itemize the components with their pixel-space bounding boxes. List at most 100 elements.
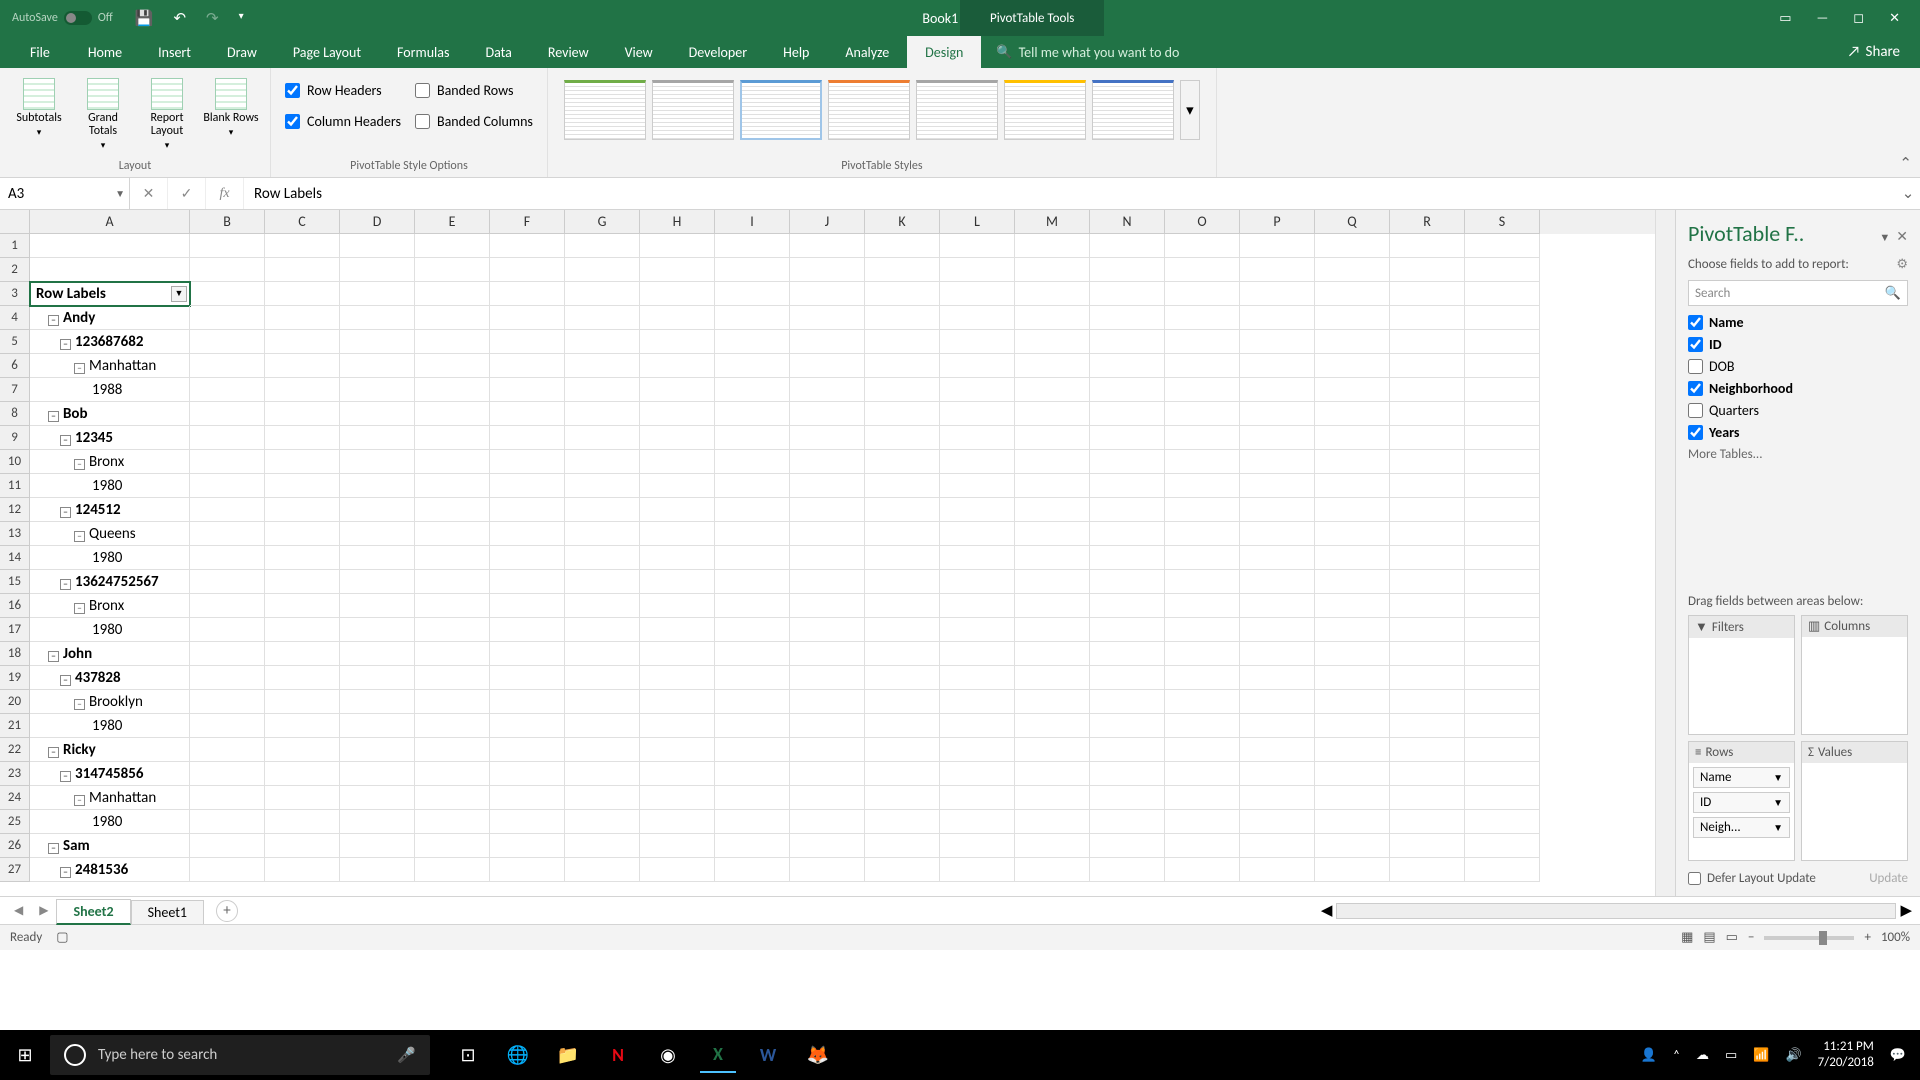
cell-S9[interactable] — [1465, 426, 1540, 450]
cell-K6[interactable] — [865, 354, 940, 378]
cell-A21[interactable]: 1980 — [30, 714, 190, 738]
cell-M19[interactable] — [1015, 666, 1090, 690]
cell-G16[interactable] — [565, 594, 640, 618]
cell-C10[interactable] — [265, 450, 340, 474]
cell-P7[interactable] — [1240, 378, 1315, 402]
cell-B2[interactable] — [190, 258, 265, 282]
cell-N15[interactable] — [1090, 570, 1165, 594]
cell-B8[interactable] — [190, 402, 265, 426]
cell-I8[interactable] — [715, 402, 790, 426]
cell-R4[interactable] — [1390, 306, 1465, 330]
cell-S2[interactable] — [1465, 258, 1540, 282]
tab-data[interactable]: Data — [467, 36, 529, 68]
cell-C3[interactable] — [265, 282, 340, 306]
cell-E14[interactable] — [415, 546, 490, 570]
firefox-icon[interactable]: 🦊 — [800, 1037, 836, 1073]
name-box[interactable]: A3▼ — [0, 178, 130, 209]
cell-D14[interactable] — [340, 546, 415, 570]
cell-M26[interactable] — [1015, 834, 1090, 858]
cell-I6[interactable] — [715, 354, 790, 378]
cell-O11[interactable] — [1165, 474, 1240, 498]
grand-totals-button[interactable]: Grand Totals▾ — [74, 74, 132, 151]
sheet-nav-next-icon[interactable]: ▶ — [31, 903, 56, 918]
cell-Q11[interactable] — [1315, 474, 1390, 498]
fx-icon[interactable]: fx — [206, 178, 244, 209]
save-icon[interactable]: 💾 — [135, 9, 154, 28]
cell-E3[interactable] — [415, 282, 490, 306]
collapse-icon[interactable]: − — [48, 747, 59, 758]
cell-I19[interactable] — [715, 666, 790, 690]
zoom-value[interactable]: 100% — [1881, 930, 1910, 945]
cell-J1[interactable] — [790, 234, 865, 258]
cell-S11[interactable] — [1465, 474, 1540, 498]
row-header[interactable]: 7 — [0, 378, 30, 402]
cell-C21[interactable] — [265, 714, 340, 738]
row-header[interactable]: 8 — [0, 402, 30, 426]
cell-O5[interactable] — [1165, 330, 1240, 354]
field-neighborhood[interactable]: Neighborhood — [1688, 380, 1908, 397]
col-header-D[interactable]: D — [340, 210, 415, 234]
cell-G23[interactable] — [565, 762, 640, 786]
cell-O23[interactable] — [1165, 762, 1240, 786]
cell-N4[interactable] — [1090, 306, 1165, 330]
cell-M2[interactable] — [1015, 258, 1090, 282]
qat-customize-icon[interactable]: ▾ — [239, 9, 244, 28]
cell-F7[interactable] — [490, 378, 565, 402]
cell-R20[interactable] — [1390, 690, 1465, 714]
cell-N26[interactable] — [1090, 834, 1165, 858]
cell-M3[interactable] — [1015, 282, 1090, 306]
cell-S6[interactable] — [1465, 354, 1540, 378]
cell-C9[interactable] — [265, 426, 340, 450]
cell-O10[interactable] — [1165, 450, 1240, 474]
macro-record-icon[interactable]: ▢ — [56, 930, 68, 945]
collapse-icon[interactable]: − — [48, 843, 59, 854]
cell-Q14[interactable] — [1315, 546, 1390, 570]
cell-C2[interactable] — [265, 258, 340, 282]
cell-Q17[interactable] — [1315, 618, 1390, 642]
column-headers-checkbox[interactable]: Column Headers — [285, 113, 401, 130]
cell-S21[interactable] — [1465, 714, 1540, 738]
cell-R16[interactable] — [1390, 594, 1465, 618]
cell-L7[interactable] — [940, 378, 1015, 402]
cell-S19[interactable] — [1465, 666, 1540, 690]
cell-P25[interactable] — [1240, 810, 1315, 834]
cell-F20[interactable] — [490, 690, 565, 714]
cell-P14[interactable] — [1240, 546, 1315, 570]
cell-Q20[interactable] — [1315, 690, 1390, 714]
panel-gear-icon[interactable]: ⚙ — [1896, 257, 1908, 272]
cell-L24[interactable] — [940, 786, 1015, 810]
cell-E24[interactable] — [415, 786, 490, 810]
cell-S26[interactable] — [1465, 834, 1540, 858]
tray-expand-icon[interactable]: ˄ — [1673, 1048, 1680, 1063]
cell-C12[interactable] — [265, 498, 340, 522]
cell-O12[interactable] — [1165, 498, 1240, 522]
cell-E22[interactable] — [415, 738, 490, 762]
cell-L22[interactable] — [940, 738, 1015, 762]
cell-Q15[interactable] — [1315, 570, 1390, 594]
cell-M18[interactable] — [1015, 642, 1090, 666]
formula-input[interactable] — [244, 178, 1896, 209]
subtotals-button[interactable]: Subtotals▾ — [10, 74, 68, 138]
tab-page-layout[interactable]: Page Layout — [275, 36, 379, 68]
row-header[interactable]: 13 — [0, 522, 30, 546]
cell-N27[interactable] — [1090, 858, 1165, 882]
cell-C18[interactable] — [265, 642, 340, 666]
cell-P11[interactable] — [1240, 474, 1315, 498]
cell-L16[interactable] — [940, 594, 1015, 618]
panel-close-icon[interactable]: ✕ — [1896, 228, 1908, 245]
cell-E13[interactable] — [415, 522, 490, 546]
start-button[interactable]: ⊞ — [0, 1044, 50, 1066]
collapse-icon[interactable]: − — [60, 675, 71, 686]
cell-O24[interactable] — [1165, 786, 1240, 810]
col-header-H[interactable]: H — [640, 210, 715, 234]
cell-K15[interactable] — [865, 570, 940, 594]
row-chip[interactable]: Neigh...▼ — [1693, 817, 1790, 838]
cell-C16[interactable] — [265, 594, 340, 618]
row-header[interactable]: 9 — [0, 426, 30, 450]
tab-help[interactable]: Help — [765, 36, 827, 68]
cell-L12[interactable] — [940, 498, 1015, 522]
cell-E15[interactable] — [415, 570, 490, 594]
col-header-M[interactable]: M — [1015, 210, 1090, 234]
cell-K2[interactable] — [865, 258, 940, 282]
cell-H23[interactable] — [640, 762, 715, 786]
